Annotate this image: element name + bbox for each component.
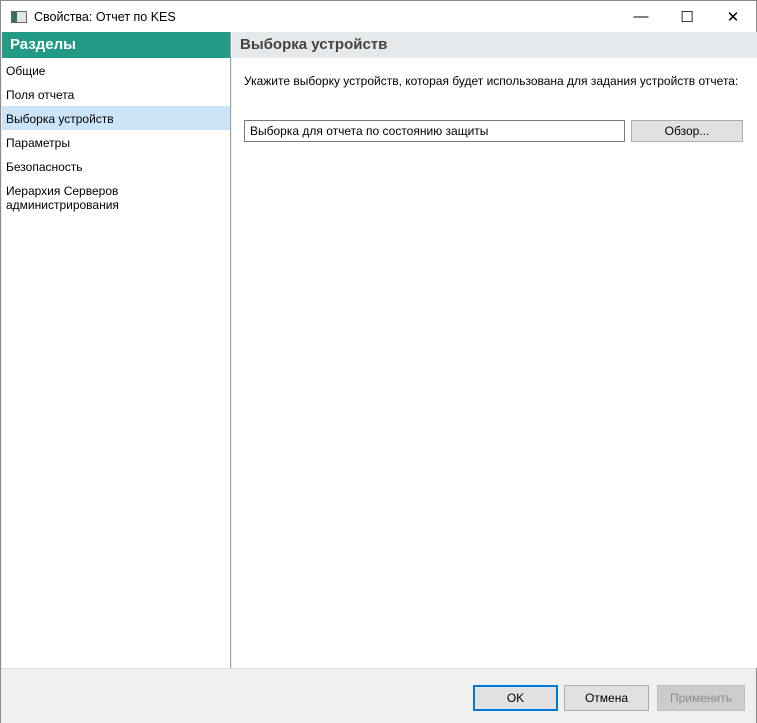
sidebar-item-report-fields[interactable]: Поля отчета [2,82,230,106]
sidebar-item-parameters[interactable]: Параметры [2,130,230,154]
browse-button[interactable]: Обзор... [631,120,743,142]
sidebar-header: Разделы [2,32,230,58]
sidebar-item-device-selection[interactable]: Выборка устройств [2,106,230,130]
minimize-button[interactable]: — [618,1,664,32]
description-text: Укажите выборку устройств, которая будет… [244,74,739,88]
main-panel: Выборка устройств Укажите выборку устрой… [232,32,757,668]
sidebar-item-security[interactable]: Безопасность [2,154,230,178]
sections-sidebar: Разделы Общие Поля отчета Выборка устрой… [2,32,231,668]
dialog-footer: OK Отмена Применить [1,668,756,723]
properties-dialog: Свойства: Отчет по KES — ☐ ✕ Разделы Общ… [0,0,757,723]
selection-field[interactable]: Выборка для отчета по состоянию защиты [244,120,625,142]
apply-button[interactable]: Применить [657,685,745,711]
ok-button[interactable]: OK [473,685,558,711]
page-title: Выборка устройств [232,32,757,58]
window-title: Свойства: Отчет по KES [34,9,176,24]
close-button[interactable]: ✕ [710,1,756,32]
sidebar-item-general[interactable]: Общие [2,58,230,82]
app-icon [11,10,27,23]
maximize-button[interactable]: ☐ [664,1,710,32]
sidebar-item-server-hierarchy[interactable]: Иерархия Серверов администрирования [2,178,230,212]
title-bar: Свойства: Отчет по KES — ☐ ✕ [1,1,756,32]
cancel-button[interactable]: Отмена [564,685,649,711]
